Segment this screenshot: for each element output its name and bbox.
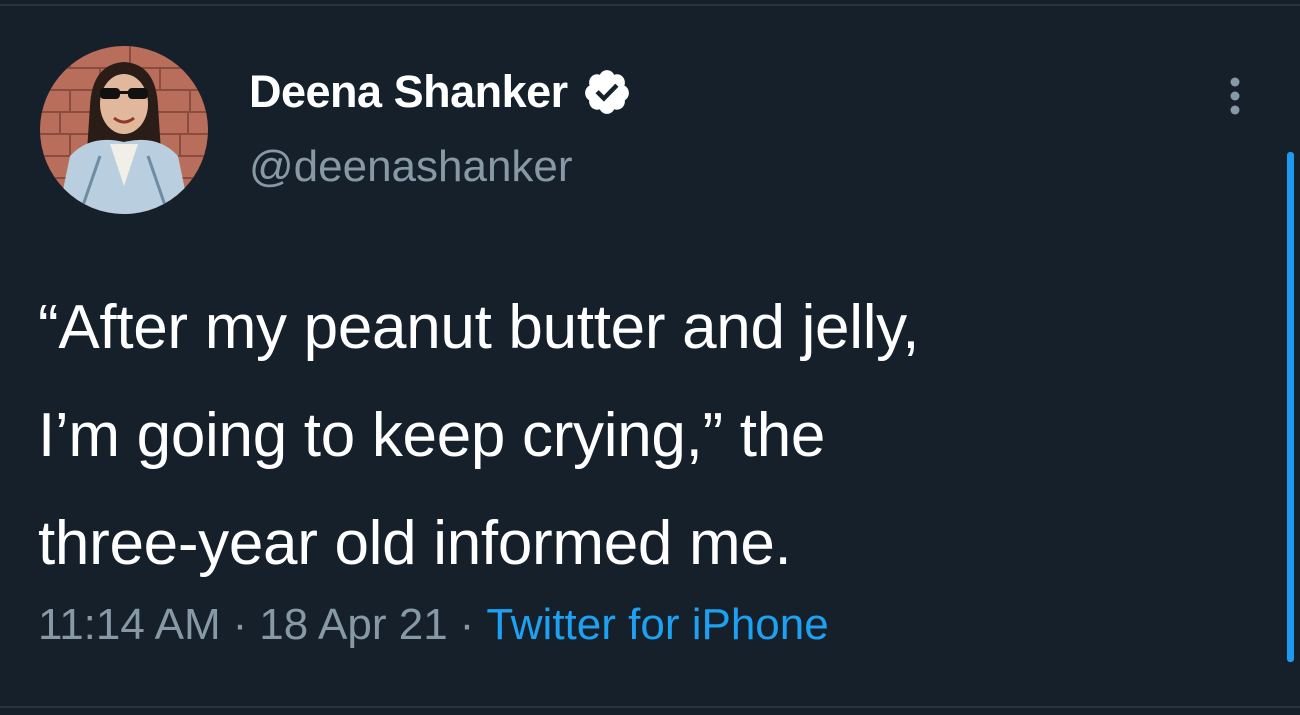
tweet-text: “After my peanut butter and jelly, I’m g… bbox=[38, 274, 1268, 598]
tweet-card: Deena Shanker @deenashanker “After my pe… bbox=[0, 0, 1300, 715]
tweet-meta: 11:14 AM · 18 Apr 21 · Twitter for iPhone bbox=[38, 600, 829, 650]
verified-badge-icon bbox=[582, 67, 632, 117]
tweet-text-line: three-year old informed me. bbox=[38, 509, 792, 578]
author-handle[interactable]: @deenashanker bbox=[249, 142, 573, 192]
scrollbar[interactable] bbox=[1287, 152, 1294, 662]
display-name[interactable]: Deena Shanker bbox=[249, 66, 568, 118]
avatar[interactable] bbox=[40, 46, 208, 214]
meta-separator: · bbox=[232, 600, 248, 649]
author-name-row: Deena Shanker bbox=[249, 62, 632, 122]
tweet-date[interactable]: 18 Apr 21 bbox=[259, 600, 447, 649]
tweet-source-link[interactable]: Twitter for iPhone bbox=[486, 600, 828, 649]
tweet-text-line: I’m going to keep crying,” the bbox=[38, 401, 826, 470]
more-options-icon[interactable] bbox=[1222, 74, 1248, 118]
tweet-time[interactable]: 11:14 AM bbox=[38, 600, 221, 649]
bottom-divider bbox=[0, 706, 1300, 708]
tweet-text-line: “After my peanut butter and jelly, bbox=[38, 293, 920, 362]
meta-separator: · bbox=[459, 600, 475, 649]
avatar-image bbox=[40, 46, 208, 214]
top-divider bbox=[0, 4, 1300, 6]
